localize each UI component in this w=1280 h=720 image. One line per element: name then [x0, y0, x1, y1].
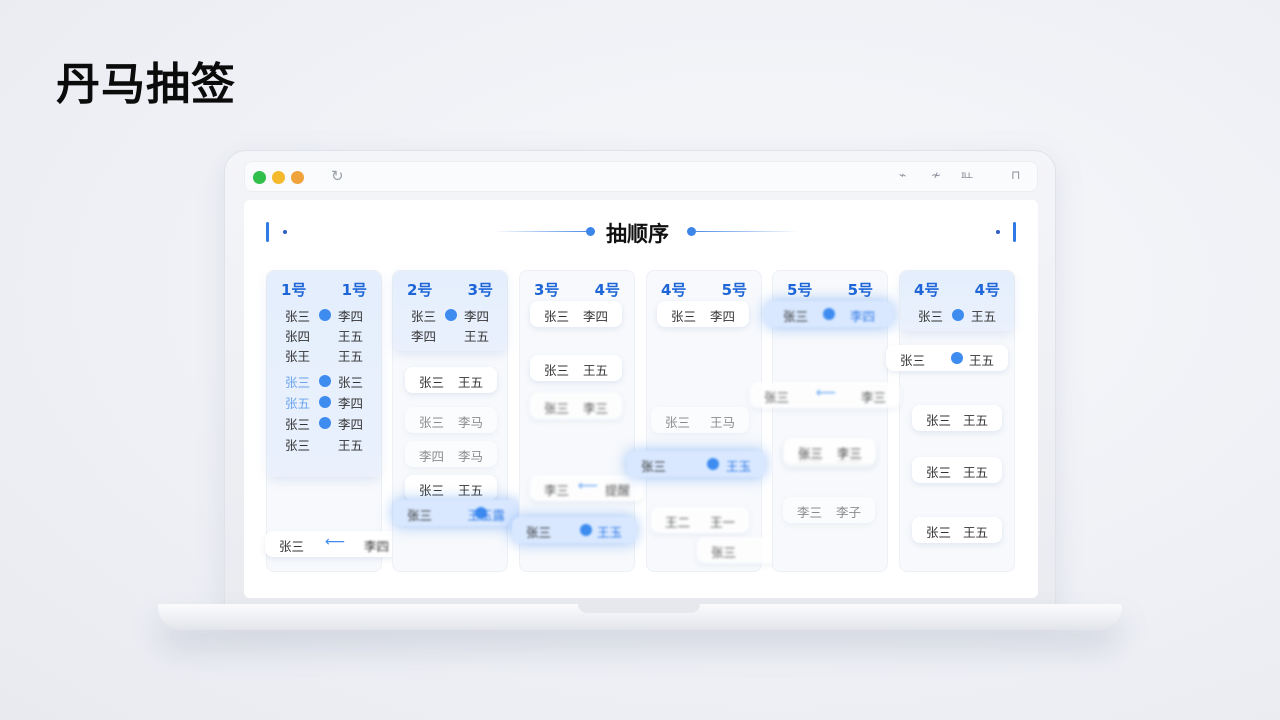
- window-minimize-button[interactable]: [272, 171, 285, 184]
- pair-pill[interactable]: 张三 李四: [657, 301, 749, 327]
- group-label: 4号: [661, 281, 687, 299]
- pair-pill[interactable]: 王二 王一: [651, 507, 749, 533]
- title-line-right: [694, 231, 798, 232]
- match-dot-icon: [319, 417, 331, 429]
- pair-pill[interactable]: 张三 李三: [784, 438, 876, 464]
- pair-row[interactable]: 张三 李四: [267, 414, 381, 434]
- match-dot-icon: [823, 308, 835, 320]
- match-dot-icon: [952, 309, 964, 321]
- moving-pair-pill[interactable]: 张三 ⟵ 李四: [265, 531, 403, 557]
- moving-pair-pill[interactable]: 张三 ⟵ 李三: [750, 382, 900, 408]
- pair-row[interactable]: 张三 李四: [393, 306, 507, 326]
- back-icon[interactable]: ⌁: [899, 168, 906, 182]
- pair-pill[interactable]: 张三 王五: [886, 345, 1008, 371]
- pair-pill[interactable]: 张三 王五: [912, 405, 1002, 431]
- window-icon[interactable]: ⊓: [1011, 168, 1020, 182]
- drawing-pair-pill[interactable]: 张三 王玉露: [393, 500, 519, 526]
- match-dot-icon: [319, 309, 331, 321]
- group-column-5: 5号 5号 张三李四 张三王三 李三李子: [765, 270, 893, 572]
- arrow-left-icon: ⟵: [578, 478, 599, 494]
- match-dot-icon: [580, 524, 593, 536]
- match-dot-icon: [445, 309, 457, 321]
- group-label: 5号: [787, 281, 813, 299]
- group-label: 3号: [534, 281, 560, 299]
- group-column-4: 4号 5号 张三李四 张三王马 张三王玉 王二王一 张三李马: [627, 270, 825, 572]
- title-knob-left: [586, 227, 595, 236]
- group-label: 3号: [467, 281, 493, 299]
- match-dot-icon: [319, 396, 331, 408]
- browser-toolbar: ↻ ⌁ ≁ ɪʟʟ ⊓: [244, 161, 1038, 192]
- header-dot-left: [283, 230, 287, 234]
- pair-row[interactable]: 张三 王五: [267, 435, 381, 455]
- title-line-left: [494, 231, 588, 232]
- app-screen: 抽顺序 1号 1号 张三 李四 张四 王五 张王 王五 张三 张三 张五 李四 张三 李四 …: [244, 200, 1038, 598]
- group-label: 5号: [847, 281, 873, 299]
- group-label: 4号: [594, 281, 620, 299]
- pair-row[interactable]: 张王 王五: [267, 346, 381, 366]
- group-label: 5号: [721, 281, 747, 299]
- group-label: 2号: [407, 281, 433, 299]
- group-column-1: 1号 1号 张三 李四 张四 王五 张王 王五 张三 张三 张五 李四 张三 李四 张三 王五…: [265, 270, 403, 572]
- pair-pill[interactable]: 李三 ⟵ 提醒: [530, 475, 644, 501]
- pair-pill[interactable]: 张三 王马: [651, 407, 749, 433]
- pair-pill[interactable]: 张三李马: [405, 407, 497, 433]
- pair-pill[interactable]: 张三 王五: [530, 355, 622, 381]
- drawing-pair-pill[interactable]: 张三 王玉: [627, 451, 765, 477]
- reload-icon[interactable]: ↻: [331, 167, 344, 185]
- match-dot-icon: [706, 458, 719, 470]
- group-head-panel: 1号 1号 张三 李四 张四 王五 张王 王五 张三 张三 张五 李四 张三 李四 张三 王五: [267, 271, 381, 477]
- group-column-3: 3号 4号 张三 李四 张三 王五 张三 李三 李三 ⟵ 提醒 张三 王玉: [512, 270, 644, 572]
- wave-icon[interactable]: ≁: [931, 168, 941, 182]
- page-title: 丹马抽签: [56, 59, 236, 110]
- text-icon[interactable]: ɪʟʟ: [961, 170, 973, 181]
- pair-pill[interactable]: 张三 王五: [405, 475, 497, 501]
- laptop-notch: [578, 604, 700, 613]
- window-zoom-button[interactable]: [253, 171, 266, 184]
- group-column-6: 4号 4号 张三 王五 张三 王五 张三 王五 张三 王五 张三 王五: [886, 270, 1015, 572]
- group-label: 4号: [974, 281, 1000, 299]
- arrow-left-icon: ⟵: [325, 534, 346, 550]
- pair-pill[interactable]: 李四 李马: [405, 441, 497, 467]
- group-column-2: 2号 3号 张三 李四 李四 王五 张三 王五 张三 李马 李四 李马 张三 王五 张三 王玉…: [392, 270, 519, 572]
- match-dot-icon: [950, 352, 963, 364]
- pair-row[interactable]: 张五 李四: [267, 393, 381, 413]
- drawing-pair-pill[interactable]: 张三 王玉: [512, 517, 636, 543]
- pair-pill[interactable]: 张三 李三: [530, 393, 622, 419]
- arrow-left-icon: ⟵: [816, 385, 837, 401]
- pair-row[interactable]: 张三 张三: [267, 372, 381, 392]
- group-label: 4号: [914, 281, 940, 299]
- pair-row[interactable]: 李四 王五: [393, 326, 507, 346]
- pair-pill[interactable]: 张三 王五: [405, 367, 497, 393]
- pair-pill[interactable]: 张三 王五: [912, 457, 1002, 483]
- group-label: 1号: [281, 281, 307, 299]
- pair-row[interactable]: 张三 李四: [267, 306, 381, 326]
- drawing-pair-pill[interactable]: 张三 李四: [765, 301, 893, 327]
- header-accent-right: [1013, 222, 1016, 242]
- match-dot-icon: [319, 375, 331, 387]
- window-close-button[interactable]: [291, 171, 304, 184]
- draw-order-title: 抽顺序: [606, 222, 669, 246]
- pair-row[interactable]: 张三 王五: [900, 306, 1014, 326]
- group-head-panel: 4号 4号 张三 王五: [900, 271, 1014, 331]
- pair-pill[interactable]: 李三 李子: [783, 497, 875, 523]
- pair-pill[interactable]: 张三 李四: [530, 301, 622, 327]
- pair-row[interactable]: 张四 王五: [267, 326, 381, 346]
- header-dot-right: [996, 230, 1000, 234]
- header-accent-left: [266, 222, 269, 242]
- group-head-panel: 2号 3号 张三 李四 李四 王五: [393, 271, 507, 351]
- group-label: 1号: [341, 281, 367, 299]
- pair-pill[interactable]: 张三 王五: [912, 517, 1002, 543]
